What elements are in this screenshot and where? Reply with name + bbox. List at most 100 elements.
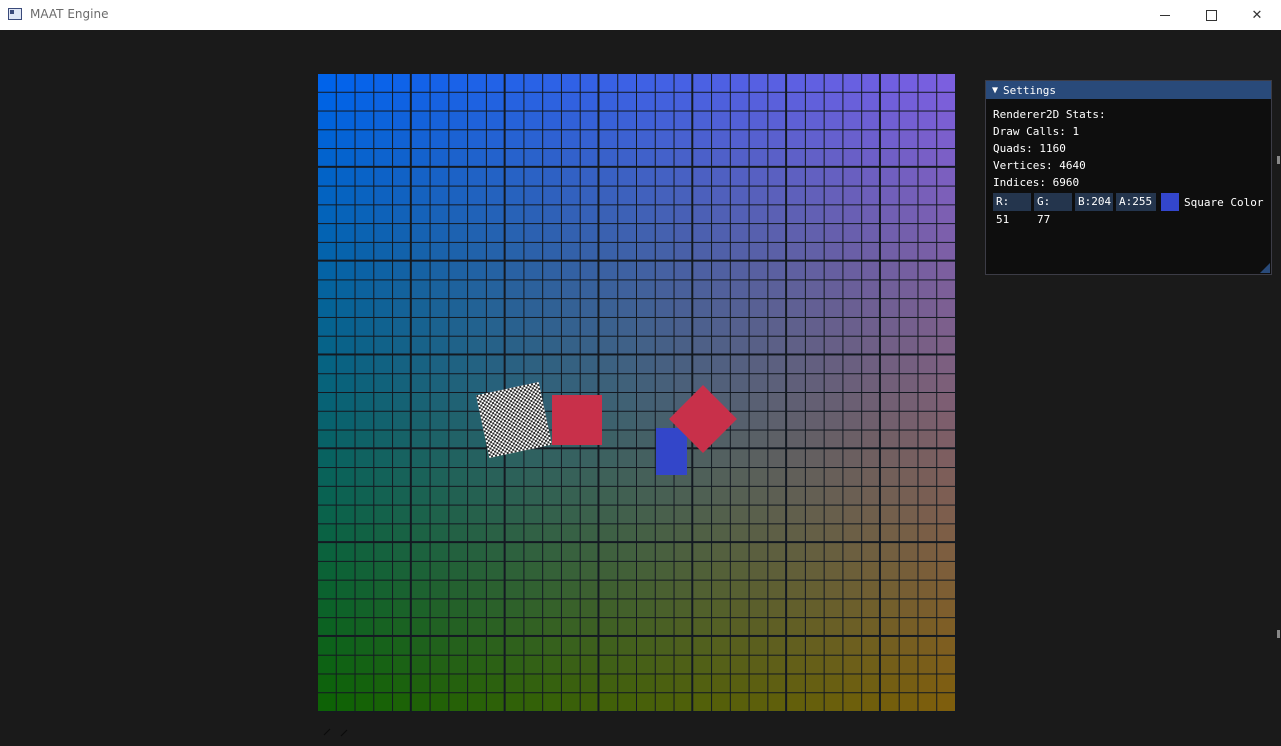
- grid-tile: [374, 636, 393, 655]
- grid-tile: [336, 130, 355, 149]
- grid-tile: [468, 111, 486, 130]
- maximize-button[interactable]: [1188, 0, 1234, 30]
- grid-tile: [486, 561, 504, 580]
- grid-tile: [374, 74, 393, 92]
- grid-tile: [318, 393, 336, 411]
- grid-tile: [768, 393, 786, 411]
- grid-tile: [599, 524, 618, 542]
- grid-tile: [449, 693, 468, 711]
- grid-tile: [824, 411, 843, 430]
- grid-tile: [618, 486, 636, 505]
- grid-tile: [918, 486, 937, 505]
- grid-tile: [805, 693, 824, 711]
- grid-tile: [561, 242, 580, 260]
- grid-tile: [599, 186, 618, 205]
- grid-tile: [524, 524, 543, 542]
- color-r-field[interactable]: R: 51: [993, 193, 1031, 226]
- grid-tile: [411, 599, 430, 618]
- grid-tile: [655, 655, 674, 674]
- grid-tile: [524, 449, 543, 468]
- grid-tile: [749, 149, 768, 166]
- grid-tile: [918, 693, 937, 711]
- grid-tile: [355, 411, 374, 430]
- grid-tile: [505, 261, 524, 280]
- grid-tile: [805, 186, 824, 205]
- color-g-field[interactable]: G: 77: [1034, 193, 1072, 226]
- grid-tile: [336, 261, 355, 280]
- grid-tile: [355, 374, 374, 392]
- grid-tile: [430, 580, 449, 599]
- grid-tile: [580, 486, 598, 505]
- settings-header[interactable]: ▼ Settings: [986, 81, 1271, 99]
- grid-tile: [486, 580, 504, 599]
- grid-tile: [336, 149, 355, 166]
- color-b-field[interactable]: B:204: [1075, 193, 1113, 211]
- grid-tile: [543, 618, 561, 635]
- render-viewport[interactable]: ▼ Settings Renderer2D Stats: Draw Calls:…: [0, 30, 1281, 746]
- grid-tile: [824, 468, 843, 486]
- grid-tile: [393, 468, 410, 486]
- grid-tile: [318, 317, 336, 336]
- grid-tile: [693, 468, 712, 486]
- color-swatch[interactable]: [1161, 193, 1179, 211]
- collapse-arrow-icon[interactable]: ▼: [992, 85, 998, 96]
- grid-tile: [599, 655, 618, 674]
- minimize-button[interactable]: [1142, 0, 1188, 30]
- grid-tile: [355, 92, 374, 111]
- grid-tile: [524, 92, 543, 111]
- grid-tile: [336, 599, 355, 618]
- grid-tile: [486, 505, 504, 524]
- grid-tile: [543, 561, 561, 580]
- grid-tile: [524, 74, 543, 92]
- grid-tile: [730, 186, 749, 205]
- grid-tile: [618, 468, 636, 486]
- grid-tile: [693, 299, 712, 317]
- grid-tile: [449, 355, 468, 374]
- grid-tile: [918, 186, 937, 205]
- grid-tile: [655, 130, 674, 149]
- grid-tile: [899, 674, 918, 693]
- resize-grip-icon[interactable]: [1260, 263, 1270, 273]
- grid-tile: [843, 130, 862, 149]
- grid-tile: [937, 336, 955, 354]
- grid-tile: [768, 618, 786, 635]
- grid-tile: [899, 599, 918, 618]
- grid-tile: [749, 317, 768, 336]
- grid-tile: [618, 317, 636, 336]
- grid-tile: [637, 111, 655, 130]
- grid-tile: [618, 393, 636, 411]
- grid-tile: [411, 693, 430, 711]
- grid-tile: [824, 317, 843, 336]
- grid-tile: [862, 636, 879, 655]
- grid-tile: [880, 430, 899, 448]
- grid-tile: [468, 486, 486, 505]
- grid-tile: [543, 449, 561, 468]
- grid-tile: [561, 261, 580, 280]
- grid-tile: [355, 74, 374, 92]
- grid-tile: [580, 674, 598, 693]
- grid-tile: [730, 561, 749, 580]
- grid-tile: [561, 468, 580, 486]
- grid-tile: [468, 693, 486, 711]
- grid-tile: [599, 430, 618, 448]
- grid-tile: [468, 618, 486, 635]
- settings-panel[interactable]: ▼ Settings Renderer2D Stats: Draw Calls:…: [985, 80, 1272, 275]
- grid-tile: [561, 149, 580, 166]
- grid-tile: [843, 580, 862, 599]
- grid-tile: [712, 374, 730, 392]
- grid-tile: [411, 618, 430, 635]
- color-a-field[interactable]: A:255: [1116, 193, 1156, 211]
- grid-tile: [468, 130, 486, 149]
- grid-tile: [862, 242, 879, 260]
- grid-tile: [918, 74, 937, 92]
- close-button[interactable]: ✕: [1234, 0, 1280, 30]
- grid-tile: [843, 92, 862, 111]
- grid-tile: [730, 543, 749, 561]
- grid-tile: [486, 655, 504, 674]
- grid-tile: [787, 149, 805, 166]
- grid-tile: [505, 693, 524, 711]
- grid-tile: [449, 224, 468, 242]
- grid-tile: [393, 374, 410, 392]
- grid-tile: [486, 130, 504, 149]
- grid-tile: [355, 449, 374, 468]
